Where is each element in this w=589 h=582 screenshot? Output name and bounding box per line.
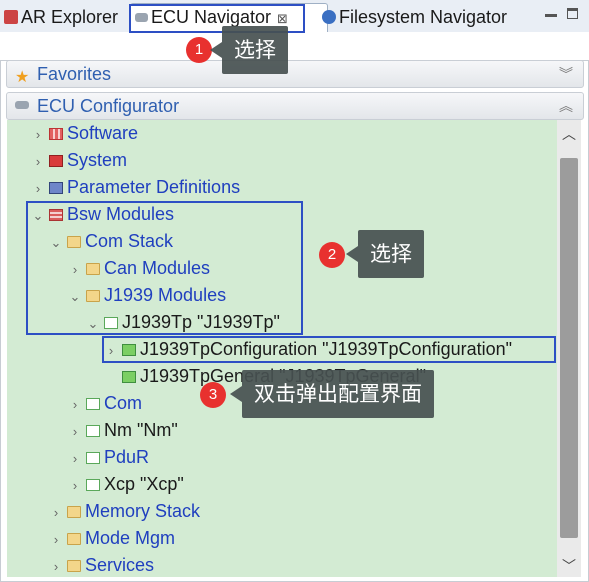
step-badge-2: 2 xyxy=(319,242,345,268)
ar-explorer-icon xyxy=(4,10,18,24)
tree-item-system[interactable]: › System xyxy=(31,147,127,174)
step-badge-3: 3 xyxy=(200,382,226,408)
module-icon xyxy=(86,398,100,410)
module-icon xyxy=(86,425,100,437)
tree-item-label: Parameter Definitions xyxy=(67,177,241,197)
highlight-bsw-modules-group xyxy=(26,201,303,335)
tab-ar-explorer-label: AR Explorer xyxy=(21,7,119,27)
step-callout-3: 双击弹出配置界面 xyxy=(230,370,434,418)
favorites-section-header[interactable]: ★ Favorites ︾ xyxy=(6,60,584,88)
tree-item-label: System xyxy=(67,150,128,170)
highlight-j1939tp-configuration xyxy=(102,336,556,363)
collapse-icon[interactable]: ︽ xyxy=(559,93,573,119)
tab-ar-explorer[interactable]: AR Explorer xyxy=(4,4,118,30)
filesystem-navigator-icon xyxy=(322,10,336,24)
expand-arrow-icon[interactable]: › xyxy=(31,148,45,175)
view-toolbar: ⇆ ▽ xyxy=(0,32,589,86)
expand-icon[interactable]: ︾ xyxy=(559,61,573,87)
scrollbar-thumb[interactable] xyxy=(560,158,578,538)
document-icon xyxy=(49,182,63,194)
module-icon xyxy=(86,452,100,464)
tree-item-memory-stack[interactable]: › Memory Stack xyxy=(49,498,200,525)
expand-arrow-icon[interactable]: › xyxy=(68,445,82,472)
expand-arrow-icon[interactable]: › xyxy=(49,553,63,577)
expand-arrow-icon[interactable]: › xyxy=(68,472,82,499)
expand-arrow-icon[interactable]: › xyxy=(31,121,45,148)
tab-filesystem-navigator-label: Filesystem Navigator xyxy=(339,7,508,27)
expand-arrow-icon[interactable]: › xyxy=(68,391,82,418)
step-badge-1: 1 xyxy=(186,37,212,63)
minimize-icon[interactable] xyxy=(545,14,557,17)
tab-filesystem-navigator[interactable]: Filesystem Navigator xyxy=(322,4,507,30)
software-icon xyxy=(49,128,63,140)
tree-item-xcp[interactable]: › Xcp "Xcp" xyxy=(68,471,184,498)
ecu-configurator-label: ECU Configurator xyxy=(37,96,180,116)
expand-arrow-icon[interactable]: › xyxy=(31,175,45,202)
tree-item-services[interactable]: › Services xyxy=(49,552,154,577)
tree-vertical-scrollbar[interactable]: ︿ ﹀ xyxy=(557,120,581,577)
expand-arrow-icon[interactable]: › xyxy=(49,499,63,526)
tree-item-label: Memory Stack xyxy=(85,501,201,521)
system-icon xyxy=(49,155,63,167)
scroll-up-icon[interactable]: ︿ xyxy=(562,124,576,144)
container-icon xyxy=(122,371,136,383)
tree-item-com[interactable]: › Com xyxy=(68,390,142,417)
star-icon: ★ xyxy=(15,69,30,86)
step-callout-1: 选择 xyxy=(210,26,288,74)
folder-icon xyxy=(67,506,81,518)
tree-item-label: Software xyxy=(67,123,139,143)
tree-item-nm[interactable]: › Nm "Nm" xyxy=(68,417,178,444)
tree-item-software[interactable]: › Software xyxy=(31,120,138,147)
tree-item-label: Xcp "Xcp" xyxy=(104,474,184,494)
tree-item-pdur[interactable]: › PduR xyxy=(68,444,149,471)
module-icon xyxy=(86,479,100,491)
maximize-icon[interactable] xyxy=(567,8,578,19)
scroll-down-icon[interactable]: ﹀ xyxy=(562,556,576,576)
favorites-label: Favorites xyxy=(37,64,112,84)
expand-arrow-icon[interactable]: › xyxy=(49,526,63,553)
ecu-configurator-section-header[interactable]: ECU Configurator ︽ xyxy=(6,92,584,120)
folder-icon xyxy=(67,533,81,545)
tree-item-label: PduR xyxy=(104,447,150,467)
tree-item-parameter-definitions[interactable]: › Parameter Definitions xyxy=(31,174,240,201)
tree-item-label: Com xyxy=(104,393,143,413)
tree-item-label: Mode Mgm xyxy=(85,528,176,548)
ecu-configurator-icon xyxy=(15,101,29,109)
tree-item-mode-mgm[interactable]: › Mode Mgm xyxy=(49,525,175,552)
folder-icon xyxy=(67,560,81,572)
step-callout-2: 选择 xyxy=(346,230,424,278)
expand-arrow-icon[interactable]: › xyxy=(68,418,82,445)
tree-item-label: Nm "Nm" xyxy=(104,420,178,440)
tree-item-label: Services xyxy=(85,555,155,575)
